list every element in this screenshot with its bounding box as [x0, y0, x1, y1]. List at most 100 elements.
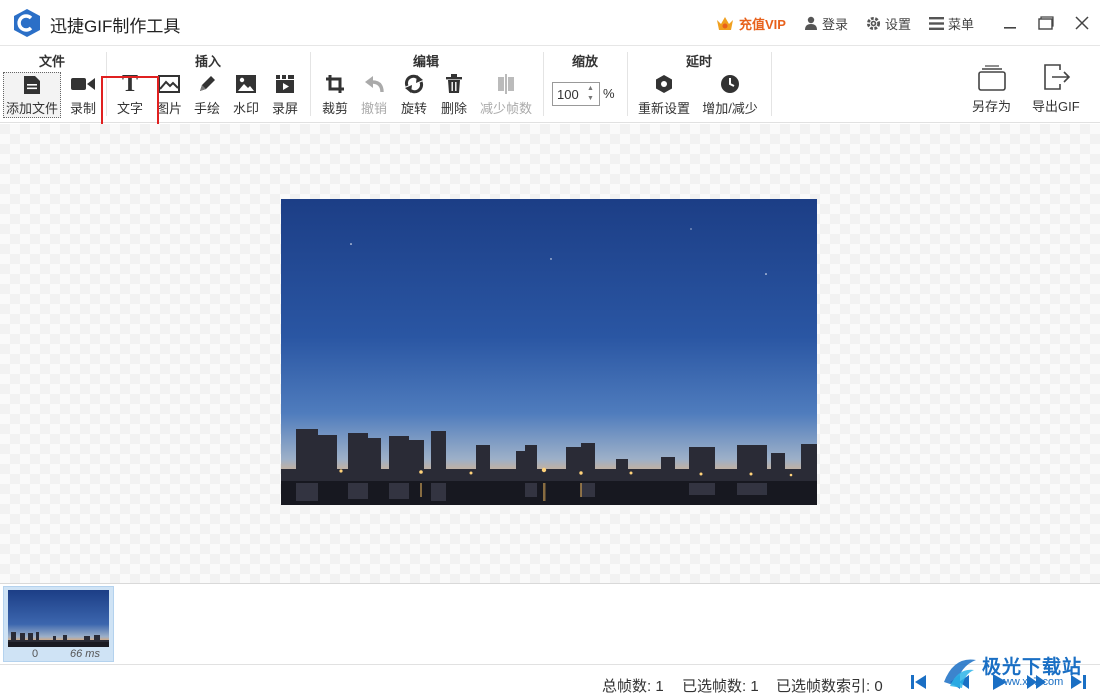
status-bar: 总帧数: 1 已选帧数: 1 已选帧数索引: 0: [0, 664, 1100, 700]
frame-duration: 66 ms: [70, 648, 100, 660]
clapperboard-icon: [276, 75, 294, 93]
record-label: 录制: [69, 101, 96, 116]
adjust-delay-button[interactable]: 增加/减少: [698, 72, 762, 118]
selected-frames-text: 已选帧数: 1: [682, 678, 759, 695]
prev-frame-icon[interactable]: [948, 672, 970, 692]
gear-icon: [866, 16, 881, 30]
settings-button[interactable]: 设置: [866, 14, 911, 33]
divider: [543, 52, 544, 116]
frame-filmstrip[interactable]: 0 66 ms: [0, 583, 1100, 664]
maximize-button[interactable]: [1028, 0, 1064, 46]
minimize-button[interactable]: [992, 0, 1028, 46]
divider: [310, 52, 311, 116]
watermark-label: 水印: [232, 101, 259, 116]
text-label: 文字: [116, 101, 143, 116]
group-insert-title: 插入: [194, 54, 221, 69]
crop-icon: [326, 75, 344, 93]
next-frame-icon[interactable]: [1026, 672, 1048, 692]
frame-index: 0: [32, 648, 39, 660]
undo-label: 撤销: [360, 101, 387, 116]
spin-up-icon[interactable]: ▲: [587, 85, 597, 93]
canvas-area[interactable]: [0, 124, 1100, 583]
video-camera-icon: [71, 78, 95, 90]
draw-label: 手绘: [193, 101, 220, 116]
frame-thumbnail-image: [8, 590, 109, 647]
close-icon: [1075, 16, 1089, 30]
vip-button[interactable]: 充值VIP: [715, 14, 786, 33]
image-icon: [158, 75, 180, 93]
maximize-icon: [1038, 16, 1054, 30]
adjust-delay-label: 增加/减少: [702, 101, 758, 116]
zoom-value: 100: [557, 86, 579, 102]
save-as-button[interactable]: 另存为: [972, 62, 1011, 115]
last-frame-icon[interactable]: [1068, 672, 1090, 692]
hamburger-icon: [928, 16, 944, 30]
screen-record-button[interactable]: 录屏: [268, 72, 302, 118]
hexagon-icon: [656, 75, 672, 93]
user-icon: [804, 16, 817, 30]
save-as-label: 另存为: [972, 99, 1012, 114]
picture-icon: [236, 75, 256, 93]
clock-icon: [721, 75, 739, 93]
reduce-frames-button[interactable]: 减少帧数: [476, 72, 536, 118]
export-icon: [1044, 64, 1070, 90]
rotate-icon: [404, 74, 424, 94]
divider: [771, 52, 772, 116]
zoom-spinner[interactable]: ▲ ▼: [587, 85, 597, 103]
divider: [627, 52, 628, 116]
rotate-button[interactable]: 旋转: [397, 72, 431, 118]
export-gif-label: 导出GIF: [1032, 99, 1080, 114]
watermark-button[interactable]: 水印: [229, 72, 263, 118]
login-label: 登录: [821, 16, 848, 32]
zoom-input[interactable]: 100 ▲ ▼: [552, 82, 600, 106]
reset-delay-button[interactable]: 重新设置: [634, 72, 694, 118]
group-file-title: 文件: [38, 54, 65, 69]
menu-label: 菜单: [947, 16, 974, 32]
menu-button[interactable]: 菜单: [928, 14, 974, 33]
city-skyline-thumbnail: [8, 632, 109, 647]
app-title: 迅捷GIF制作工具: [50, 17, 181, 36]
minimize-icon: [1004, 27, 1016, 29]
crown-icon: [716, 17, 733, 30]
add-file-label: 添加文件: [5, 101, 58, 116]
frames-icon: [498, 74, 514, 94]
first-frame-icon[interactable]: [908, 672, 930, 692]
delete-label: 删除: [440, 101, 467, 116]
selected-index-text: 已选帧数索引: 0: [776, 678, 883, 695]
trash-icon: [446, 74, 462, 93]
app-logo-icon: [14, 9, 40, 37]
crop-button[interactable]: 裁剪: [318, 72, 352, 118]
gif-frame-preview[interactable]: [281, 199, 817, 505]
layers-icon: [977, 65, 1006, 91]
draw-button[interactable]: 手绘: [190, 72, 224, 118]
screen-record-label: 录屏: [271, 101, 298, 116]
image-button[interactable]: 图片: [152, 72, 186, 118]
frame-thumbnail[interactable]: 0 66 ms: [3, 586, 114, 662]
login-button[interactable]: 登录: [804, 14, 848, 33]
export-gif-button[interactable]: 导出GIF: [1032, 62, 1080, 115]
undo-button[interactable]: 撤销: [357, 72, 391, 118]
text-t-icon: T: [121, 71, 138, 97]
crop-label: 裁剪: [321, 101, 348, 116]
reduce-frames-label: 减少帧数: [479, 101, 532, 116]
reset-delay-label: 重新设置: [637, 101, 690, 116]
vip-label: 充值VIP: [738, 16, 786, 32]
play-icon[interactable]: [988, 672, 1010, 692]
rotate-label: 旋转: [400, 101, 427, 116]
zoom-unit: %: [603, 86, 615, 101]
group-zoom-title: 缩放: [571, 54, 598, 69]
image-label: 图片: [155, 101, 182, 116]
close-button[interactable]: [1064, 0, 1100, 46]
city-skyline-image: [281, 228, 817, 505]
delete-button[interactable]: 删除: [437, 72, 471, 118]
ribbon-toolbar: 文件 添加文件 录制 插入 T 文字 图片 手绘 水印 录屏 编辑 裁剪 撤销 …: [0, 46, 1100, 123]
record-button[interactable]: 录制: [66, 72, 100, 118]
total-frames-text: 总帧数: 1: [602, 678, 664, 695]
add-file-button[interactable]: 添加文件: [3, 72, 61, 118]
undo-icon: [365, 76, 384, 93]
spin-down-icon[interactable]: ▼: [587, 95, 597, 103]
group-edit-title: 编辑: [412, 54, 439, 69]
text-button[interactable]: T 文字: [112, 72, 148, 118]
pencil-icon: [200, 76, 215, 91]
divider: [106, 52, 107, 116]
